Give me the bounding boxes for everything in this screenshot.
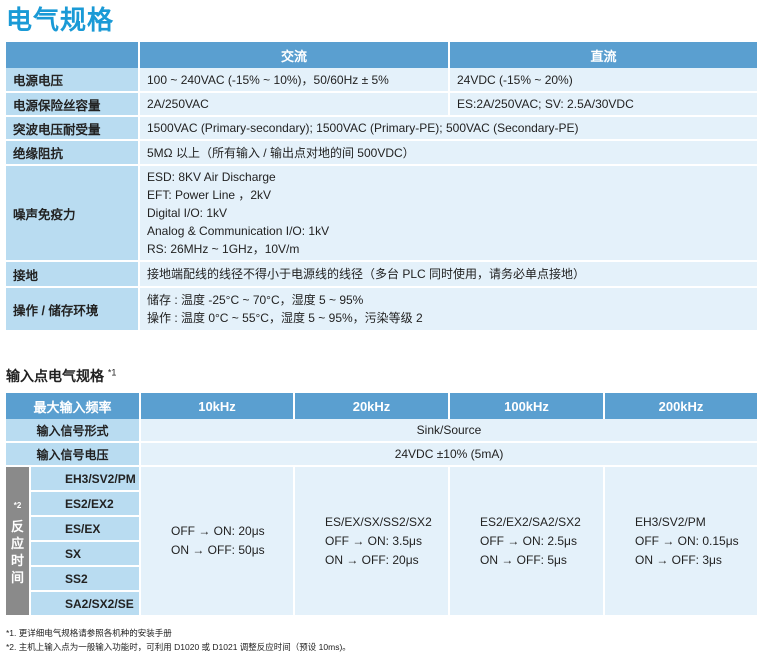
header-200khz: 200kHz xyxy=(604,393,760,419)
row-label: 接地 xyxy=(6,261,140,288)
response-row: *2 反 应 时 间 EH3/SV2/PM OFF → ON: 20μs ON … xyxy=(6,466,760,617)
header-20khz: 20kHz xyxy=(294,393,451,419)
footnote-1: *1. 更详细电气规格请参照各机种的安装手册 xyxy=(6,628,172,638)
row-label: 操作 / 储存环境 xyxy=(6,287,140,332)
input-title-text: 输入点电气规格 xyxy=(6,368,104,384)
row-ac-value: 100 ~ 240VAC (-15% ~ 10%)，50/60Hz ± 5% xyxy=(139,68,450,93)
noise-line: EFT: Power Line ，2kV xyxy=(147,188,272,202)
electrical-spec-table: 交流 直流 电源电压 100 ~ 240VAC (-15% ~ 10%)，50/… xyxy=(6,42,759,332)
env-line: 操作 : 温度 0°C ~ 55°C，湿度 5 ~ 95%，污染等级 2 xyxy=(147,311,423,325)
spec-header-row: 交流 直流 xyxy=(6,42,759,68)
response-10khz: OFF → ON: 20μs ON → OFF: 50μs xyxy=(140,466,296,617)
response-200khz: EH3/SV2/PM OFF → ON: 0.15μs ON → OFF: 3μ… xyxy=(604,466,760,617)
row-ac-value: 2A/250VAC xyxy=(139,92,450,117)
noise-line: ESD: 8KV Air Discharge xyxy=(147,170,276,184)
footnotes: *1. 更详细电气规格请参照各机种的安装手册 *2. 主机上输入点为一般输入功能… xyxy=(6,626,351,654)
row-label: 噪声免疫力 xyxy=(6,165,140,262)
response-line: ON → OFF: 5μs xyxy=(480,552,567,567)
response-line: ON → OFF: 20μs xyxy=(325,552,419,567)
signal-type-row: 输入信号形式 Sink/Source xyxy=(6,419,760,443)
signal-voltage-value: 24VDC ±10% (5mA) xyxy=(140,442,760,467)
signal-type-label: 输入信号形式 xyxy=(6,419,142,443)
spec-row-surge: 突波电压耐受量 1500VAC (Primary-secondary); 150… xyxy=(6,116,759,141)
signal-type-value: Sink/Source xyxy=(140,419,760,443)
response-line: OFF → ON: 3.5μs xyxy=(325,533,422,548)
input-spec-table: 最大输入频率 10kHz 20kHz 100kHz 200kHz 输入信号形式 … xyxy=(6,393,760,617)
side-char: 反 xyxy=(10,518,24,534)
response-line: ES/EX/SX/SS2/SX2 xyxy=(325,514,432,529)
row-label: 突波电压耐受量 xyxy=(6,116,140,141)
side-char: 应 xyxy=(10,535,24,551)
input-header-row: 最大输入频率 10kHz 20kHz 100kHz 200kHz xyxy=(6,393,760,419)
row-label: 电源保险丝容量 xyxy=(6,92,140,117)
response-line: OFF → ON: 0.15μs xyxy=(635,533,739,548)
spec-row-power-voltage: 电源电压 100 ~ 240VAC (-15% ~ 10%)，50/60Hz ±… xyxy=(6,68,759,93)
side-char: 时 xyxy=(10,552,24,568)
input-section-title: 输入点电气规格 *1 xyxy=(6,366,116,386)
spec-row-noise: 噪声免疫力 ESD: 8KV Air Discharge EFT: Power … xyxy=(6,165,759,262)
footnote-2: *2. 主机上输入点为一般输入功能时，可利用 D1020 或 D1021 调整反… xyxy=(6,642,351,652)
spec-row-insulation: 绝缘阻抗 5MΩ 以上（所有输入 / 输出点对地的间 500VDC） xyxy=(6,140,759,166)
noise-line: Analog & Communication I/O: 1kV xyxy=(147,224,330,238)
model-label: SA2/SX2/SE xyxy=(30,591,142,617)
noise-line: Digital I/O: 1kV xyxy=(147,206,228,220)
row-dc-value: 24VDC (-15% ~ 20%) xyxy=(449,68,759,93)
row-merged-value: 接地端配线的线径不得小于电源线的线径（多台 PLC 同时使用，请务必单点接地） xyxy=(139,261,759,288)
model-label: SS2 xyxy=(30,566,142,592)
model-label: ES2/EX2 xyxy=(30,491,142,517)
row-label: 电源电压 xyxy=(6,68,140,93)
row-multiline-value: ESD: 8KV Air Discharge EFT: Power Line ，… xyxy=(139,165,759,262)
response-time-side-label: *2 反 应 时 间 xyxy=(6,466,31,617)
page-title: 电气规格 xyxy=(6,6,115,36)
response-line: EH3/SV2/PM xyxy=(635,514,706,529)
model-label: EH3/SV2/PM xyxy=(30,466,142,492)
footnote-marker: *2 xyxy=(13,500,22,510)
response-line: OFF → ON: 20μs xyxy=(171,524,265,538)
response-line: ON → OFF: 50μs xyxy=(171,543,265,557)
side-char: 间 xyxy=(10,569,24,585)
response-20khz: ES/EX/SX/SS2/SX2 OFF → ON: 3.5μs ON → OF… xyxy=(294,466,451,617)
spec-row-environment: 操作 / 储存环境 储存 : 温度 -25°C ~ 70°C，湿度 5 ~ 95… xyxy=(6,287,759,332)
row-dc-value: ES:2A/250VAC; SV: 2.5A/30VDC xyxy=(449,92,759,117)
row-merged-value: 5MΩ 以上（所有输入 / 输出点对地的间 500VDC） xyxy=(139,140,759,166)
spec-row-ground: 接地 接地端配线的线径不得小于电源线的线径（多台 PLC 同时使用，请务必单点接… xyxy=(6,261,759,288)
row-merged-value: 1500VAC (Primary-secondary); 1500VAC (Pr… xyxy=(139,116,759,141)
env-line: 储存 : 温度 -25°C ~ 70°C，湿度 5 ~ 95% xyxy=(147,293,364,307)
header-max-frequency: 最大输入频率 xyxy=(6,393,142,419)
signal-voltage-row: 输入信号电压 24VDC ±10% (5mA) xyxy=(6,442,760,467)
footnote-marker: *1 xyxy=(107,367,117,378)
response-line: OFF → ON: 2.5μs xyxy=(480,533,577,548)
row-label: 绝缘阻抗 xyxy=(6,140,140,166)
response-line: ES2/EX2/SA2/SX2 xyxy=(480,514,581,529)
row-multiline-value: 储存 : 温度 -25°C ~ 70°C，湿度 5 ~ 95% 操作 : 温度 … xyxy=(139,287,759,332)
noise-line: RS: 26MHz ~ 1GHz，10V/m xyxy=(147,242,300,256)
header-100khz: 100kHz xyxy=(449,393,606,419)
spec-header-dc: 直流 xyxy=(449,42,759,68)
response-100khz: ES2/EX2/SA2/SX2 OFF → ON: 2.5μs ON → OFF… xyxy=(449,466,606,617)
model-label: SX xyxy=(30,541,142,567)
spec-row-fuse: 电源保险丝容量 2A/250VAC ES:2A/250VAC; SV: 2.5A… xyxy=(6,92,759,117)
signal-voltage-label: 输入信号电压 xyxy=(6,442,142,467)
header-10khz: 10kHz xyxy=(140,393,296,419)
spec-header-ac: 交流 xyxy=(139,42,450,68)
model-label: ES/EX xyxy=(30,516,142,542)
response-line: ON → OFF: 3μs xyxy=(635,552,722,567)
spec-header-blank xyxy=(6,42,140,68)
